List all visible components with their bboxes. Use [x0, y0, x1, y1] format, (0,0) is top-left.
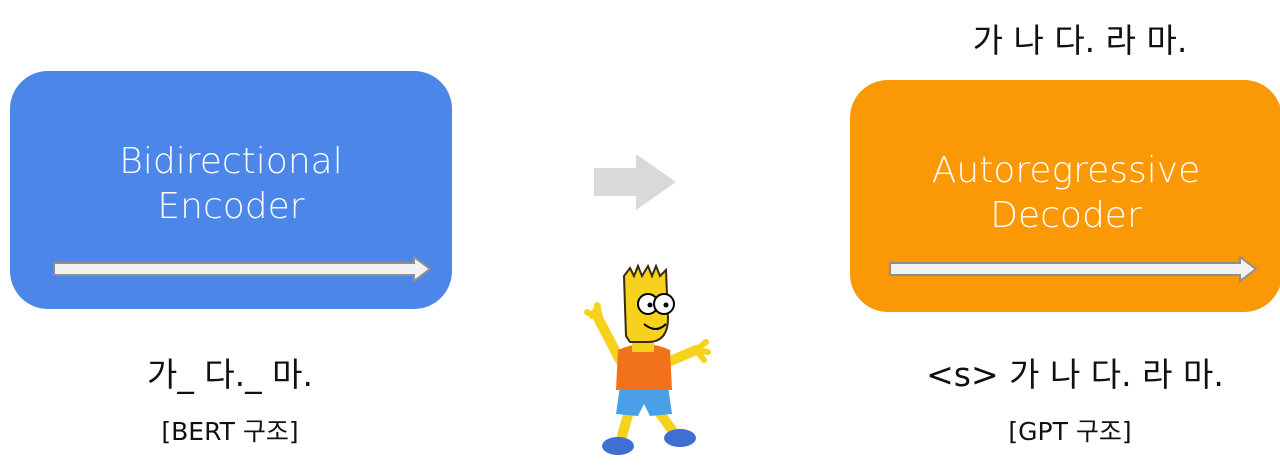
right-arrow-icon — [594, 154, 676, 210]
encoder-direction-arrow-icon — [53, 255, 432, 283]
encoder-title-line1: Bidirectional — [119, 141, 343, 182]
decoder-title-line1: Autoregressive — [931, 150, 1201, 191]
encoder-input-caption: 가_ 다._ 마. — [146, 355, 314, 394]
decoder-output-caption: 가 나 다. 라 마. — [972, 21, 1188, 60]
decoder-title-line2: Decoder — [990, 195, 1142, 236]
decoder-direction-arrow-icon — [889, 255, 1258, 283]
bart-simpson-icon — [584, 263, 711, 455]
decoder-input-caption: <s> 가 나 다. 라 마. — [926, 355, 1224, 394]
decoder-box: Autoregressive Decoder — [850, 80, 1280, 312]
encoder-title-line2: Encoder — [157, 186, 305, 227]
encoder-box: Bidirectional Encoder — [10, 71, 452, 309]
encoder-structure-label: [BERT 구조] — [161, 417, 299, 446]
decoder-structure-label: [GPT 구조] — [1008, 417, 1132, 446]
